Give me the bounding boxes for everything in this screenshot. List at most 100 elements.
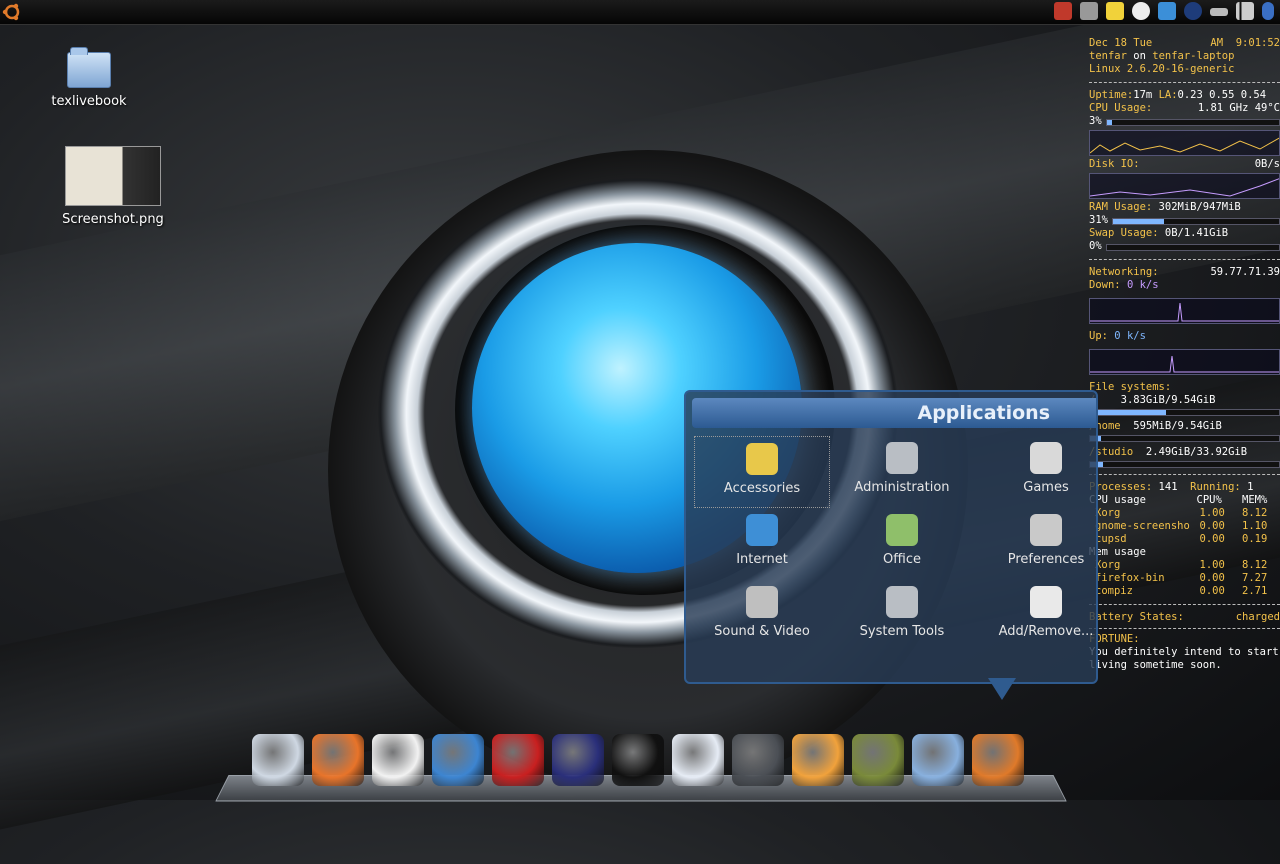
- up-value: 0 k/s: [1114, 330, 1146, 342]
- cpu-row: CPU Usage: 1.81 GHz 49°C: [1089, 102, 1280, 115]
- swap-bar: [1105, 244, 1280, 251]
- process-cpu: 0.00: [1199, 572, 1225, 584]
- proc-row: Processes: 141 Running: 1: [1089, 481, 1280, 494]
- eclipse-icon[interactable]: [552, 734, 604, 786]
- pidgin-icon[interactable]: [372, 734, 424, 786]
- fs-bar-home: [1089, 435, 1280, 442]
- fish-icon[interactable]: [432, 734, 484, 786]
- process-mem: 2.71: [1242, 585, 1268, 597]
- dock: [252, 734, 1024, 786]
- image-thumbnail-icon: [65, 146, 161, 206]
- app-category-games[interactable]: Games: [974, 436, 1096, 508]
- app-category-administration[interactable]: Administration: [830, 436, 974, 508]
- gnome-foot-icon[interactable]: [1132, 2, 1150, 20]
- ram-percent: 31%: [1089, 214, 1108, 226]
- terminal-icon[interactable]: [732, 734, 784, 786]
- app-category-add-remove[interactable]: Add/Remove...: [974, 580, 1096, 652]
- disk-graph-svg: [1090, 178, 1279, 197]
- desktop-icon-texlivebook[interactable]: texlivebook: [44, 47, 134, 109]
- down-graph: [1089, 298, 1280, 324]
- folder-icon: [67, 47, 111, 88]
- cpu-label: CPU Usage:: [1089, 102, 1153, 114]
- process-cpu: 1.00: [1199, 507, 1225, 519]
- process-name: cupsd: [1095, 533, 1127, 545]
- load-label: LA:: [1158, 89, 1178, 101]
- process-mem: 8.12: [1242, 507, 1268, 519]
- swap-row: Swap Usage: 0B/1.41GiB: [1089, 227, 1280, 240]
- notes-icon[interactable]: [1106, 2, 1124, 20]
- divider: [1089, 82, 1280, 83]
- mplayer-icon[interactable]: [672, 734, 724, 786]
- applications-menu: Applications Accessories Administration Ga…: [684, 390, 1098, 684]
- process-name: compiz: [1095, 585, 1133, 597]
- uptime-value: 17m: [1133, 89, 1153, 101]
- app-category-system-tools[interactable]: System Tools: [830, 580, 974, 652]
- swap-percent: 0%: [1089, 240, 1102, 252]
- network-manager-icon[interactable]: [1158, 2, 1176, 20]
- package-cd-icon: [1030, 586, 1062, 618]
- accessories-icon: [746, 443, 778, 475]
- app-category-accessories[interactable]: Accessories: [694, 436, 830, 508]
- process-mem: 7.27: [1242, 572, 1268, 584]
- disk-graph: [1089, 173, 1280, 199]
- office-icon: [886, 514, 918, 546]
- firefox-icon[interactable]: [312, 734, 364, 786]
- disk-label: Disk IO:: [1089, 158, 1140, 170]
- cpu-col-header: CPU%: [1196, 494, 1222, 506]
- gear-icon: [886, 442, 918, 474]
- conky-datetime: Dec 18 Tue AM 9:01:52: [1089, 37, 1280, 50]
- fs-bar-studio: [1089, 461, 1280, 468]
- net-ip: 59.77.71.39: [1210, 266, 1280, 278]
- app-category-label: Office: [883, 552, 921, 567]
- app-category-sound-video[interactable]: Sound & Video: [694, 580, 830, 652]
- app-category-label: Sound & Video: [714, 624, 810, 639]
- app-category-label: Add/Remove...: [998, 624, 1094, 639]
- date: Dec 18 Tue: [1089, 37, 1153, 49]
- process-name: Xorg: [1095, 507, 1121, 519]
- drive-icon[interactable]: [1210, 8, 1228, 16]
- fortune-text: You definitely intend to start living so…: [1089, 646, 1279, 671]
- picture-viewer-icon[interactable]: [792, 734, 844, 786]
- globe-icon[interactable]: [1184, 2, 1202, 20]
- cpu-usage-header: CPU usage CPU% MEM%: [1089, 494, 1280, 507]
- running-label: Running:: [1190, 481, 1241, 493]
- ubuntu-logo-icon[interactable]: [972, 734, 1024, 786]
- mem-usage-title: Mem usage: [1089, 546, 1146, 558]
- app-category-label: Internet: [736, 552, 788, 567]
- uptime-label: Uptime:: [1089, 89, 1134, 101]
- desktop-icon-label: texlivebook: [51, 94, 127, 109]
- app-category-label: Preferences: [1007, 552, 1085, 567]
- amarok-icon[interactable]: [612, 734, 664, 786]
- ubuntu-logo-icon[interactable]: [2, 2, 22, 22]
- username: tenfar: [1089, 50, 1127, 62]
- swap-label: Swap Usage:: [1089, 227, 1159, 239]
- applications-grid: Accessories Administration Games Internet Of…: [694, 436, 1096, 652]
- computer-icon[interactable]: [252, 734, 304, 786]
- process-cpu: 0.00: [1199, 520, 1225, 532]
- mem-process-list: Xorg 1.00 8.12 firefox-bin 0.00 7.27 compiz 0.0…: [1089, 559, 1280, 598]
- battery-row: Battery States: charged: [1089, 611, 1280, 624]
- proc-count: 141: [1158, 481, 1178, 493]
- gear-icon: [886, 586, 918, 618]
- logout-icon[interactable]: [1054, 2, 1072, 20]
- signal-icon[interactable]: [1236, 2, 1254, 20]
- app-category-internet[interactable]: Internet: [694, 508, 830, 580]
- system-tray: [1054, 2, 1274, 20]
- conky-user: tenfar on tenfar-laptop: [1089, 50, 1280, 63]
- app-category-label: Games: [1023, 480, 1069, 495]
- net-row: Networking: 59.77.71.39: [1089, 266, 1280, 279]
- volume-icon[interactable]: [1080, 2, 1098, 20]
- fs-value: 595MiB/9.54GiB: [1133, 420, 1222, 432]
- desktop-icon-screenshot[interactable]: Screenshot.png: [58, 146, 168, 227]
- books-icon[interactable]: [852, 734, 904, 786]
- uptime-row: Uptime: 17m LA: 0.23 0.55 0.54: [1089, 89, 1280, 102]
- app-category-preferences[interactable]: Preferences: [974, 508, 1096, 580]
- bluetooth-icon[interactable]: [1262, 2, 1274, 20]
- process-row: cupsd 0.00 0.19: [1089, 533, 1280, 546]
- cpu-graph-svg: [1090, 137, 1279, 154]
- dictionary-icon[interactable]: [492, 734, 544, 786]
- app-category-office[interactable]: Office: [830, 508, 974, 580]
- folder-icon[interactable]: [912, 734, 964, 786]
- mem-col-header: MEM%: [1242, 494, 1268, 506]
- ram-value: 302MiB/947MiB: [1158, 201, 1241, 213]
